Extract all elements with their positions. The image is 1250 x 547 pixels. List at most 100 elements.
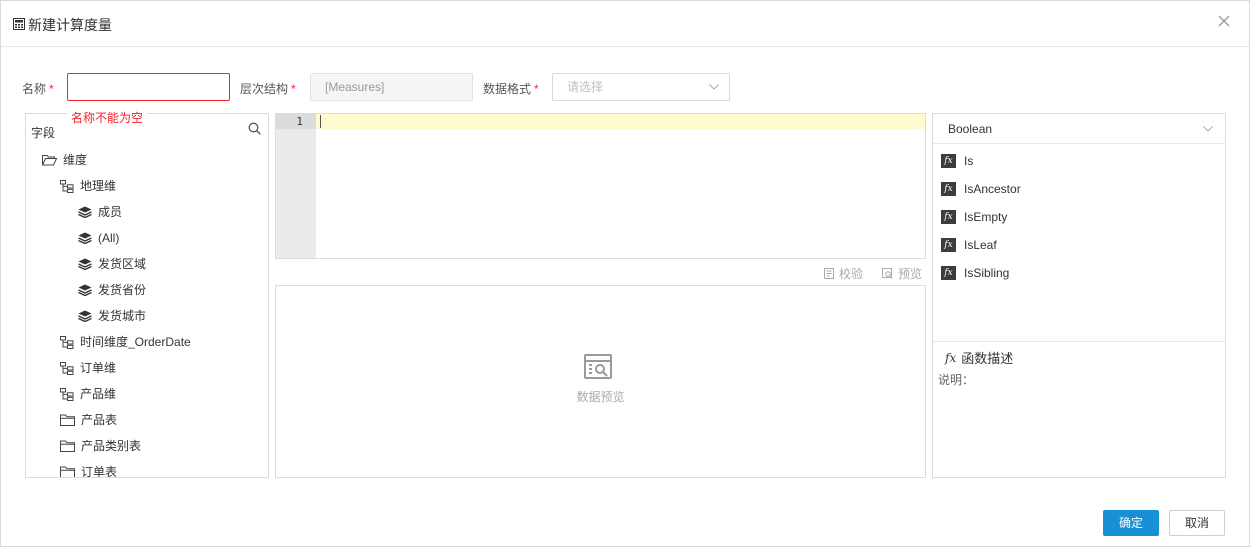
format-select[interactable]: 请选择 xyxy=(552,73,730,101)
function-item-issibling[interactable]: fx IsSibling xyxy=(941,265,1009,281)
preview-label: 预览 xyxy=(898,267,923,281)
tree-item-time-dimension[interactable]: 时间维度_OrderDate xyxy=(60,333,191,351)
editor-gutter xyxy=(276,114,316,258)
hierarchy-icon xyxy=(60,387,74,401)
tree-item-label: 产品表 xyxy=(81,413,118,427)
function-item-label: IsSibling xyxy=(964,266,1010,280)
tree-item-member[interactable]: 成员 xyxy=(78,203,122,221)
tree-item-label: 发货城市 xyxy=(98,309,147,323)
preview-icon xyxy=(882,268,893,279)
tree-item-geo-dimension[interactable]: 地理维 xyxy=(60,177,116,195)
function-icon: fx xyxy=(941,154,956,168)
field-panel-title: 字段 xyxy=(31,126,56,140)
name-input[interactable] xyxy=(67,73,230,101)
folder-icon xyxy=(60,414,75,426)
function-icon: fx xyxy=(941,210,956,224)
validate-button[interactable]: 校验 xyxy=(824,265,863,282)
tree-item-label: 产品类别表 xyxy=(81,439,142,453)
function-item-isleaf[interactable]: fx IsLeaf xyxy=(941,237,997,253)
function-panel: Boolean fx Is fx IsAncestor fx IsEmpty f… xyxy=(932,113,1226,478)
function-item-isancestor[interactable]: fx IsAncestor xyxy=(941,181,1021,197)
tree-item-product-category-table[interactable]: 产品类别表 xyxy=(60,437,141,455)
field-panel: 字段 维度 地理维 成员 (All) 发货区域 发货省份 发货城市 时间维度_O… xyxy=(25,113,269,478)
function-item-is[interactable]: fx Is xyxy=(941,153,973,169)
function-item-isempty[interactable]: fx IsEmpty xyxy=(941,209,1007,225)
fx-icon: fx xyxy=(945,350,957,365)
format-label: 数据格式 * xyxy=(483,81,539,97)
folder-icon xyxy=(60,440,75,452)
tree-item-label: 维度 xyxy=(63,153,88,167)
tree-item-label: 成员 xyxy=(98,205,123,219)
validate-icon xyxy=(824,268,834,279)
name-error-message: 名称不能为空 xyxy=(67,109,148,127)
tree-item-label: 地理维 xyxy=(80,179,117,193)
format-select-placeholder: 请选择 xyxy=(567,80,604,94)
tree-item-label: 产品维 xyxy=(80,387,117,401)
tree-item-order-table[interactable]: 订单表 xyxy=(60,463,117,477)
hierarchy-icon xyxy=(60,361,74,375)
hierarchy-label: 层次结构 * xyxy=(240,81,296,97)
tree-item-ship-region[interactable]: 发货区域 xyxy=(78,255,146,273)
layers-icon xyxy=(78,284,92,296)
chevron-down-icon xyxy=(1203,126,1213,132)
dialog-title: 新建计算度量 xyxy=(28,17,112,33)
tree-item-ship-city[interactable]: 发货城市 xyxy=(78,307,146,325)
line-number: 1 xyxy=(296,115,303,128)
tree-item-all[interactable]: (All) xyxy=(78,229,119,247)
search-icon[interactable] xyxy=(248,122,261,135)
preview-button[interactable]: 预览 xyxy=(882,265,922,282)
function-description-label: 函数描述 xyxy=(961,351,1014,366)
tree-item-label: 发货省份 xyxy=(98,283,147,297)
tree-item-product-dimension[interactable]: 产品维 xyxy=(60,385,116,403)
tree-item-order-dimension[interactable]: 订单维 xyxy=(60,359,116,377)
hierarchy-label-text: 层次结构 xyxy=(240,82,289,96)
data-preview-icon xyxy=(584,354,612,379)
calculated-measure-dialog: 新建计算度量 名称 * 名称不能为空 层次结构 * [Measures] 数据格式 *… xyxy=(0,0,1250,547)
required-mark: * xyxy=(291,82,296,96)
tree-item-product-table[interactable]: 产品表 xyxy=(60,411,117,429)
function-icon: fx xyxy=(941,182,956,196)
function-category-value: Boolean xyxy=(948,122,993,136)
tree-item-label: 订单维 xyxy=(80,361,117,375)
layers-icon xyxy=(78,206,92,218)
folder-icon xyxy=(60,466,75,477)
folder-open-icon xyxy=(42,155,57,166)
function-item-label: IsEmpty xyxy=(964,210,1008,224)
dialog-header: 新建计算度量 xyxy=(1,1,1249,47)
function-item-label: Is xyxy=(964,154,974,168)
data-preview-placeholder: 数据预览 xyxy=(576,390,625,404)
editor-active-line[interactable] xyxy=(316,114,925,129)
cancel-button[interactable]: 取消 xyxy=(1169,510,1225,536)
function-divider xyxy=(933,341,1225,342)
layers-icon xyxy=(78,232,92,244)
required-mark: * xyxy=(49,82,54,96)
validate-label: 校验 xyxy=(839,267,864,281)
function-icon: fx xyxy=(941,238,956,252)
expression-editor[interactable]: 1 xyxy=(275,113,926,259)
layers-icon xyxy=(78,310,92,322)
ok-button[interactable]: 确定 xyxy=(1103,510,1159,536)
function-icon: fx xyxy=(941,266,956,280)
tree-item-ship-province[interactable]: 发货省份 xyxy=(78,281,146,299)
required-mark: * xyxy=(534,82,539,96)
function-description-text: 说明： xyxy=(938,373,975,387)
function-item-label: IsAncestor xyxy=(964,182,1021,196)
chevron-down-icon xyxy=(709,84,719,90)
tree-item-label: 发货区域 xyxy=(98,257,147,271)
function-description-title: fx 函数描述 xyxy=(945,348,1013,367)
tree-item-label: (All) xyxy=(98,231,120,245)
data-preview-panel: 数据预览 xyxy=(275,285,926,478)
name-label-text: 名称 xyxy=(22,82,47,96)
hierarchy-input: [Measures] xyxy=(310,73,473,101)
close-icon[interactable] xyxy=(1217,14,1231,28)
name-label: 名称 * xyxy=(22,81,54,97)
layers-icon xyxy=(78,258,92,270)
hierarchy-icon xyxy=(60,335,74,349)
tree-item-dimension[interactable]: 维度 xyxy=(42,151,87,169)
function-category-select[interactable]: Boolean xyxy=(933,114,1225,144)
function-item-label: IsLeaf xyxy=(964,238,997,252)
calculator-icon xyxy=(13,18,25,30)
tree-item-label: 时间维度_OrderDate xyxy=(80,335,191,349)
hierarchy-icon xyxy=(60,179,74,193)
format-label-text: 数据格式 xyxy=(483,82,532,96)
